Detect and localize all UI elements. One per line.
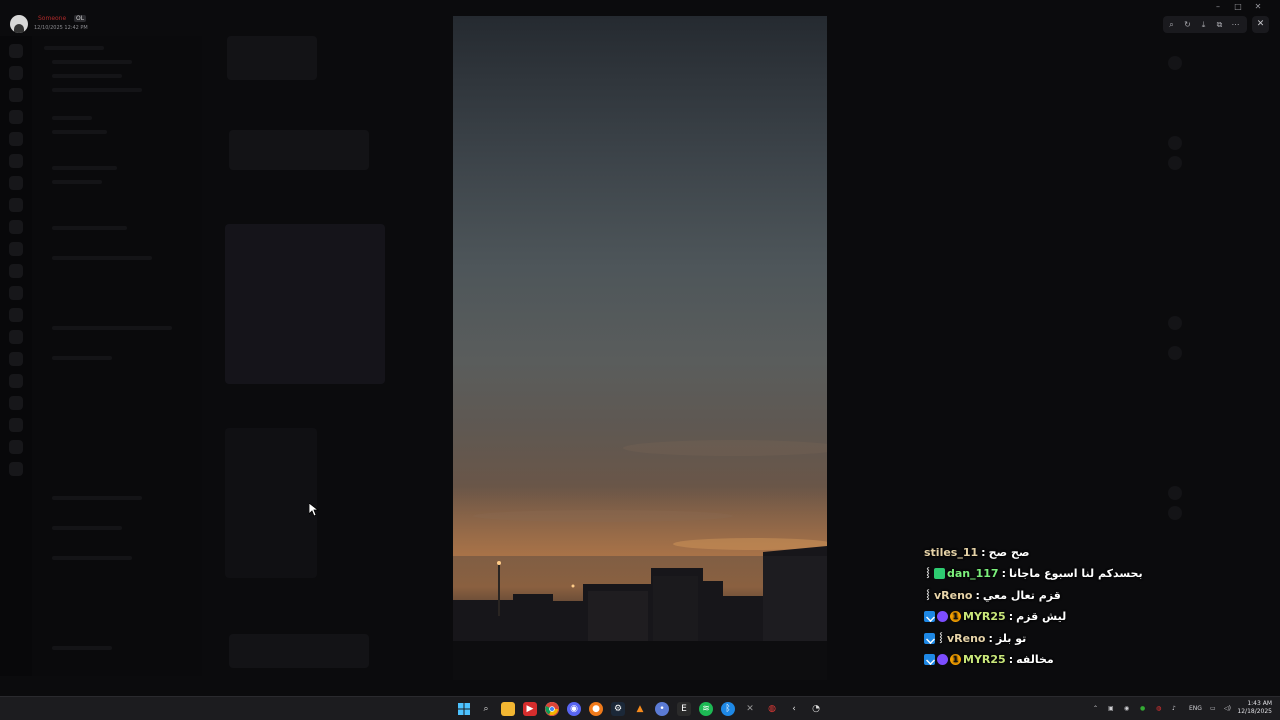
close-icon[interactable]: ✕ <box>1252 16 1269 33</box>
spotify-icon[interactable]: ≋ <box>699 702 713 716</box>
download-icon[interactable]: ⤓ <box>1197 18 1210 31</box>
chat-username: vReno <box>947 631 986 645</box>
prime-icon <box>924 611 935 623</box>
microphone-icon[interactable]: ♪ <box>1172 702 1176 716</box>
prime-icon <box>924 632 935 644</box>
chat-text: قزم تعال معي <box>982 588 1061 602</box>
open-external-icon[interactable]: ⧉ <box>1213 18 1226 31</box>
steam-icon[interactable]: ⚙ <box>611 702 625 716</box>
vlc-icon[interactable]: ▲ <box>633 702 647 716</box>
chat-text: بحسدكم لنا اسبوع ماجانا <box>1009 567 1143 581</box>
chat-text: ليش قزم <box>1016 610 1067 624</box>
user-timestamp: 12/10/2025 12:42 PM <box>34 25 88 31</box>
search-icon[interactable]: ⌕ <box>479 702 493 716</box>
network-icon[interactable]: ▭ <box>1210 702 1216 716</box>
moderator-icon: ⸾ <box>939 632 943 643</box>
chat-username: stiles_11 <box>924 545 979 559</box>
clock[interactable]: 1:43 AM 12/18/2025 <box>1232 700 1272 716</box>
chat-username: dan_117 <box>947 567 999 581</box>
user-name: Someone <box>38 15 67 22</box>
mouse-cursor-icon <box>309 503 319 517</box>
chat-separator: : <box>981 545 986 559</box>
epic-icon[interactable]: E <box>677 702 691 716</box>
tray-overflow-icon[interactable]: ⌃ <box>1093 702 1098 716</box>
close-window-icon[interactable]: ✕ <box>1252 2 1264 12</box>
moderator-icon: ⸾ <box>926 568 930 579</box>
browser-icon[interactable]: ● <box>589 702 603 716</box>
chat-separator: : <box>1001 567 1006 581</box>
clock-time: 1:43 AM <box>1247 700 1272 707</box>
chat-separator: : <box>988 631 993 645</box>
discord-icon[interactable]: ◉ <box>567 702 581 716</box>
verified-icon <box>937 654 948 666</box>
clock-app-icon[interactable]: ◔ <box>809 702 823 716</box>
verified-icon <box>937 611 948 623</box>
server-rail <box>0 36 32 676</box>
app-icon[interactable]: • <box>655 702 669 716</box>
chat-message: stiles_11: صح صح <box>924 541 1184 563</box>
tray-discord-icon[interactable]: ◉ <box>1124 702 1129 716</box>
subscriber-icon: 1 <box>950 611 961 623</box>
message-feed <box>205 36 405 676</box>
chat-message: ⸾ dan_117: بحسدكم لنا اسبوع ماجانا <box>924 563 1184 585</box>
chat-username: MYR25 <box>963 610 1006 624</box>
editor-icon[interactable]: ✕ <box>743 702 757 716</box>
back-icon[interactable]: ‹ <box>787 702 801 716</box>
maximize-icon[interactable]: □ <box>1232 2 1244 12</box>
chat-username: vReno <box>934 588 973 602</box>
chat-username: MYR25 <box>963 653 1006 667</box>
volume-icon[interactable]: ◁) <box>1224 702 1231 716</box>
chat-separator: : <box>1008 610 1014 624</box>
language-indicator[interactable]: ENG <box>1189 702 1202 716</box>
chat-overlay: stiles_11: صح صح ⸾ dan_117: بحسدكم لنا اسبو… <box>924 541 1184 671</box>
photo-scene <box>453 440 827 680</box>
taskbar: ⌕ ▶ ◉ ● ⚙ ▲ • E ≋ ᛒ ✕ ◍ ‹ ◔ ⌃ ▣ ◉ ● ◍ ♪ … <box>0 696 1280 720</box>
viewer-toolbar: ⌕ ↻ ⤓ ⧉ ⋯ <box>1163 16 1247 33</box>
chrome-icon[interactable] <box>545 702 559 716</box>
windows-start-icon[interactable] <box>457 702 471 716</box>
chat-separator: : <box>975 588 980 602</box>
file-explorer-icon[interactable] <box>501 702 515 716</box>
tray-red-icon[interactable]: ◍ <box>1156 702 1161 716</box>
window-controls: – □ ✕ <box>1212 2 1272 12</box>
chat-message: ⸾ vReno: قزم تعال معي <box>924 584 1184 606</box>
tray-status-icon[interactable]: ● <box>1140 702 1145 716</box>
chat-text: مخالفه <box>1016 653 1054 667</box>
chat-message: 1 MYR25: مخالفه <box>924 649 1184 671</box>
zoom-icon[interactable]: ⌕ <box>1165 18 1178 31</box>
moderator-icon: ⸾ <box>926 589 930 600</box>
bluetooth-icon[interactable]: ᛒ <box>721 702 735 716</box>
chat-text: صح صح <box>988 545 1030 559</box>
chat-message: 1 MYR25: ليش قزم <box>924 606 1184 628</box>
app-red-icon[interactable]: ◍ <box>765 702 779 716</box>
minimize-icon[interactable]: – <box>1212 2 1224 12</box>
prime-icon <box>924 654 935 666</box>
screen: Someone OL 12/10/2025 12:42 PM – □ ✕ ⌕ ↻… <box>0 0 1280 720</box>
channel-list <box>32 36 202 676</box>
chat-message: ⸾ vReno: تو بلز <box>924 627 1184 649</box>
badge-icon <box>934 568 945 580</box>
photo-preview[interactable] <box>453 16 827 680</box>
subscriber-icon: 1 <box>950 654 961 666</box>
more-icon[interactable]: ⋯ <box>1229 18 1242 31</box>
media-app-icon[interactable]: ▶ <box>523 702 537 716</box>
chat-separator: : <box>1008 653 1014 667</box>
chat-text: تو بلز <box>995 631 1027 645</box>
avatar <box>10 15 28 33</box>
tray-app-icon[interactable]: ▣ <box>1108 702 1114 716</box>
user-tag: OL <box>74 15 87 22</box>
rotate-icon[interactable]: ↻ <box>1181 18 1194 31</box>
clock-date: 12/18/2025 <box>1237 708 1272 715</box>
